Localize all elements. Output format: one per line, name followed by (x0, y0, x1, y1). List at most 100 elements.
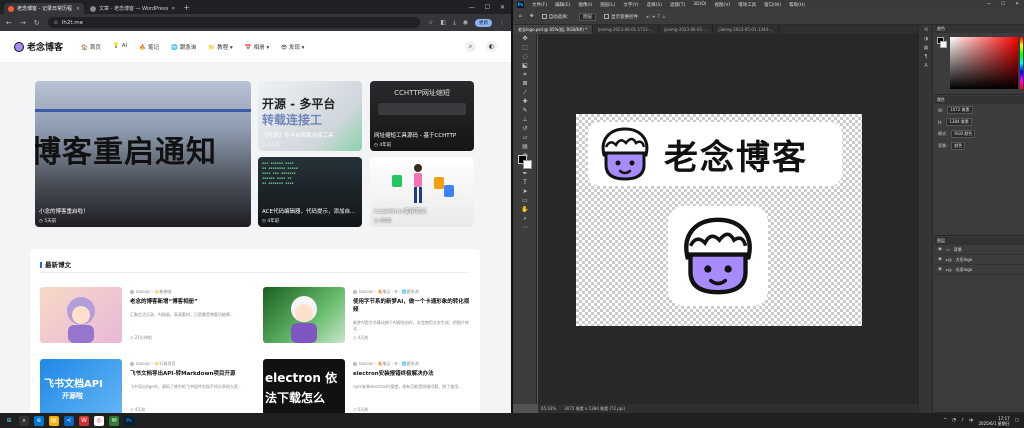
color-picker-field[interactable] (950, 37, 1018, 89)
post-item[interactable]: 飞书文档API 开源啦 laonian · 📁开源项目 飞书文档导出API-转M… (40, 359, 260, 413)
post-thumbnail[interactable] (40, 287, 122, 343)
eyedropper-tool-icon[interactable]: ⁄ (513, 88, 537, 97)
tile-title[interactable]: CodeMirror使用笔记 (374, 207, 426, 215)
move-tool-icon[interactable]: ✥ (513, 34, 537, 43)
layer-row[interactable]: ◉ ▭ 背景 (934, 245, 1024, 255)
edge-icon[interactable]: e (34, 415, 44, 426)
browser-tab-1[interactable]: 老念博客 - 记录日常历程 ✕ (4, 3, 84, 14)
zoom-level[interactable]: 65.03% (541, 406, 556, 411)
menu-image[interactable]: 图像(I) (578, 2, 592, 8)
panel-title[interactable]: 图层 (937, 238, 945, 244)
minimize-icon[interactable]: — (987, 2, 992, 7)
brush-tool-icon[interactable]: ✎ (513, 106, 537, 115)
menu-select[interactable]: 选择(S) (647, 2, 662, 8)
banner-logo-layer[interactable]: 老念博客 (588, 122, 842, 186)
ps-canvas-area[interactable]: 老念博客 (538, 34, 918, 404)
nav-item-discover[interactable]: 😎 发现 ▾ (281, 43, 304, 51)
visibility-eye-icon[interactable]: ◉ (938, 247, 942, 252)
bookmark-star-icon[interactable]: ☆ (428, 19, 433, 26)
wechat-icon[interactable]: ✉ (109, 415, 119, 426)
theme-toggle-icon[interactable]: ◐ (486, 41, 497, 52)
home-icon[interactable]: ⌂ (519, 14, 522, 19)
post-thumbnail[interactable]: electron 依 法下载怎么 (263, 359, 345, 413)
file-explorer-icon[interactable]: ▤ (49, 415, 59, 426)
post-thumbnail[interactable]: 飞书文档API 开源啦 (40, 359, 122, 413)
forward-icon[interactable]: → (20, 19, 26, 27)
history-panel-icon[interactable]: ⟲ (919, 25, 933, 34)
extensions-icon[interactable]: ◧ (440, 19, 446, 26)
featured-tile[interactable]: ▪▪▪ ▪▪▪▪▪▪ ▪▪▪▪ ▪▪ ▪▪▪▪▪▪▪▪ ▪▪▪▪▪ ▪▪▪▪ ▪▪▪… (258, 157, 362, 227)
close-window-icon[interactable]: ✕ (500, 4, 505, 11)
layer-row[interactable]: ◉ ▸▤ 方形logo (934, 255, 1024, 265)
panel-title[interactable]: 属性 (937, 97, 945, 103)
character-panel-icon[interactable]: A (919, 61, 933, 70)
post-item[interactable]: electron 依 法下载怎么 laonian · 🔥笔记 · ⚙ · 🌐跟急… (263, 359, 483, 413)
update-button[interactable]: 更新 (475, 18, 492, 27)
paragraph-panel-icon[interactable]: ¶ (919, 52, 933, 61)
menu-window[interactable]: 窗口(W) (764, 2, 781, 8)
site-logo[interactable]: 老念博客 (14, 40, 63, 53)
close-icon[interactable]: ✕ (76, 6, 80, 12)
post-item[interactable]: laonian · 🔥笔记 · ⚙ · 🌐跟急询 使用字节系的新梦AI，做一个卡… (263, 287, 483, 343)
auto-select-dropdown[interactable]: 图层 (579, 12, 597, 21)
doc-tab[interactable]: jiieimg-2023-06-01-1712-... (593, 25, 660, 34)
menu-help[interactable]: 帮助(H) (789, 2, 805, 8)
doc-tab[interactable]: jiieimg-2023-05-01-1344-... (713, 25, 780, 34)
nav-item-album[interactable]: 📅 相册 ▾ (245, 43, 269, 51)
chrome-icon[interactable]: ◎ (94, 415, 104, 426)
tray-expand-icon[interactable]: ^ (943, 418, 947, 423)
tile-title[interactable]: 【开源】多平台转载连接工具 (262, 131, 334, 139)
marquee-tool-icon[interactable]: ⬚ (513, 43, 537, 52)
input-method-icon[interactable]: 中 (969, 418, 974, 424)
auto-select-checkbox[interactable]: 自动选择： (541, 13, 571, 20)
adjustments-panel-icon[interactable]: ◑ (919, 34, 933, 43)
square-logo-layer[interactable] (668, 206, 768, 306)
layer-row[interactable]: ◉ ▸▤ 长条logo (934, 265, 1024, 275)
eraser-tool-icon[interactable]: ▱ (513, 133, 537, 142)
visibility-eye-icon[interactable]: ◉ (938, 257, 942, 262)
network-icon[interactable]: ◔ (952, 418, 956, 423)
featured-hero-card[interactable]: 博客重启通知 小念的博客重启啦！ ◷ 5天前 (35, 81, 251, 227)
volume-icon[interactable]: ♪ (961, 418, 964, 423)
post-item[interactable]: laonian · 📁新修咖 老念的博客新增“博客相册” 汇聚生活记录、AI插画… (40, 287, 260, 343)
libraries-panel-icon[interactable]: ▦ (919, 43, 933, 52)
nav-item-notes[interactable]: 🔥 笔记 (139, 43, 159, 51)
object-select-tool-icon[interactable]: ⬕ (513, 61, 537, 70)
profile-icon[interactable]: ◉ (463, 19, 468, 26)
system-clock[interactable]: 17:17 2025/6/1 星期日 (978, 416, 1009, 426)
menu-filter[interactable]: 滤镜(T) (670, 2, 685, 8)
vscode-icon[interactable]: ≺ (64, 415, 74, 426)
post-title[interactable]: electron安装报错终极解决办法 (353, 370, 473, 378)
more-tools-icon[interactable]: ⋯ (513, 223, 537, 232)
featured-tile[interactable]: CCHTTP网址缩短 网址缩短工具源码 - 基于CCHTTP ◷ 4年前 (370, 81, 474, 151)
hue-slider[interactable] (1020, 37, 1023, 89)
notification-icon[interactable]: ▢ (1015, 418, 1019, 423)
menu-type[interactable]: 文字(Y) (623, 2, 638, 8)
start-icon[interactable]: ⊞ (4, 416, 14, 426)
background-dropdown[interactable]: 颜色 (951, 142, 966, 150)
reload-icon[interactable]: ↻ (34, 19, 40, 27)
maximize-icon[interactable]: ☐ (485, 4, 490, 11)
new-tab-icon[interactable]: + (183, 3, 190, 12)
panel-background-swatch[interactable] (940, 41, 947, 48)
lasso-tool-icon[interactable]: ◌ (513, 52, 537, 61)
featured-tile[interactable]: 开源 - 多平台 转载连接工 【开源】多平台转载连接工具 ◷ 4天前 (258, 81, 362, 151)
hero-title[interactable]: 小念的博客重启啦！ (39, 207, 89, 215)
menu-layer[interactable]: 图层(L) (600, 2, 615, 8)
back-icon[interactable]: ← (6, 19, 12, 27)
search-icon[interactable]: ⌕ (465, 41, 476, 52)
site-info-icon[interactable]: ⊙ (54, 20, 58, 26)
photoshop-taskbar-icon[interactable]: Ps (124, 415, 134, 426)
menu-3d[interactable]: 3D(D) (693, 2, 706, 7)
close-window-icon[interactable]: ✕ (1015, 2, 1019, 7)
background-color-swatch[interactable] (523, 160, 532, 169)
frame-tool-icon[interactable]: ⊠ (513, 79, 537, 88)
menu-view[interactable]: 视图(V) (715, 2, 731, 8)
close-icon[interactable]: ✕ (171, 6, 175, 12)
move-tool-icon[interactable]: ✥ (530, 14, 534, 19)
gradient-tool-icon[interactable]: ▤ (513, 142, 537, 151)
more-menu-icon[interactable]: ⋮ (499, 19, 505, 26)
tile-title[interactable]: 网址缩短工具源码 - 基于CCHTTP (374, 131, 456, 139)
nav-item-home[interactable]: 🏠 首页 (81, 43, 101, 51)
pen-tool-icon[interactable]: ✒ (513, 169, 537, 178)
